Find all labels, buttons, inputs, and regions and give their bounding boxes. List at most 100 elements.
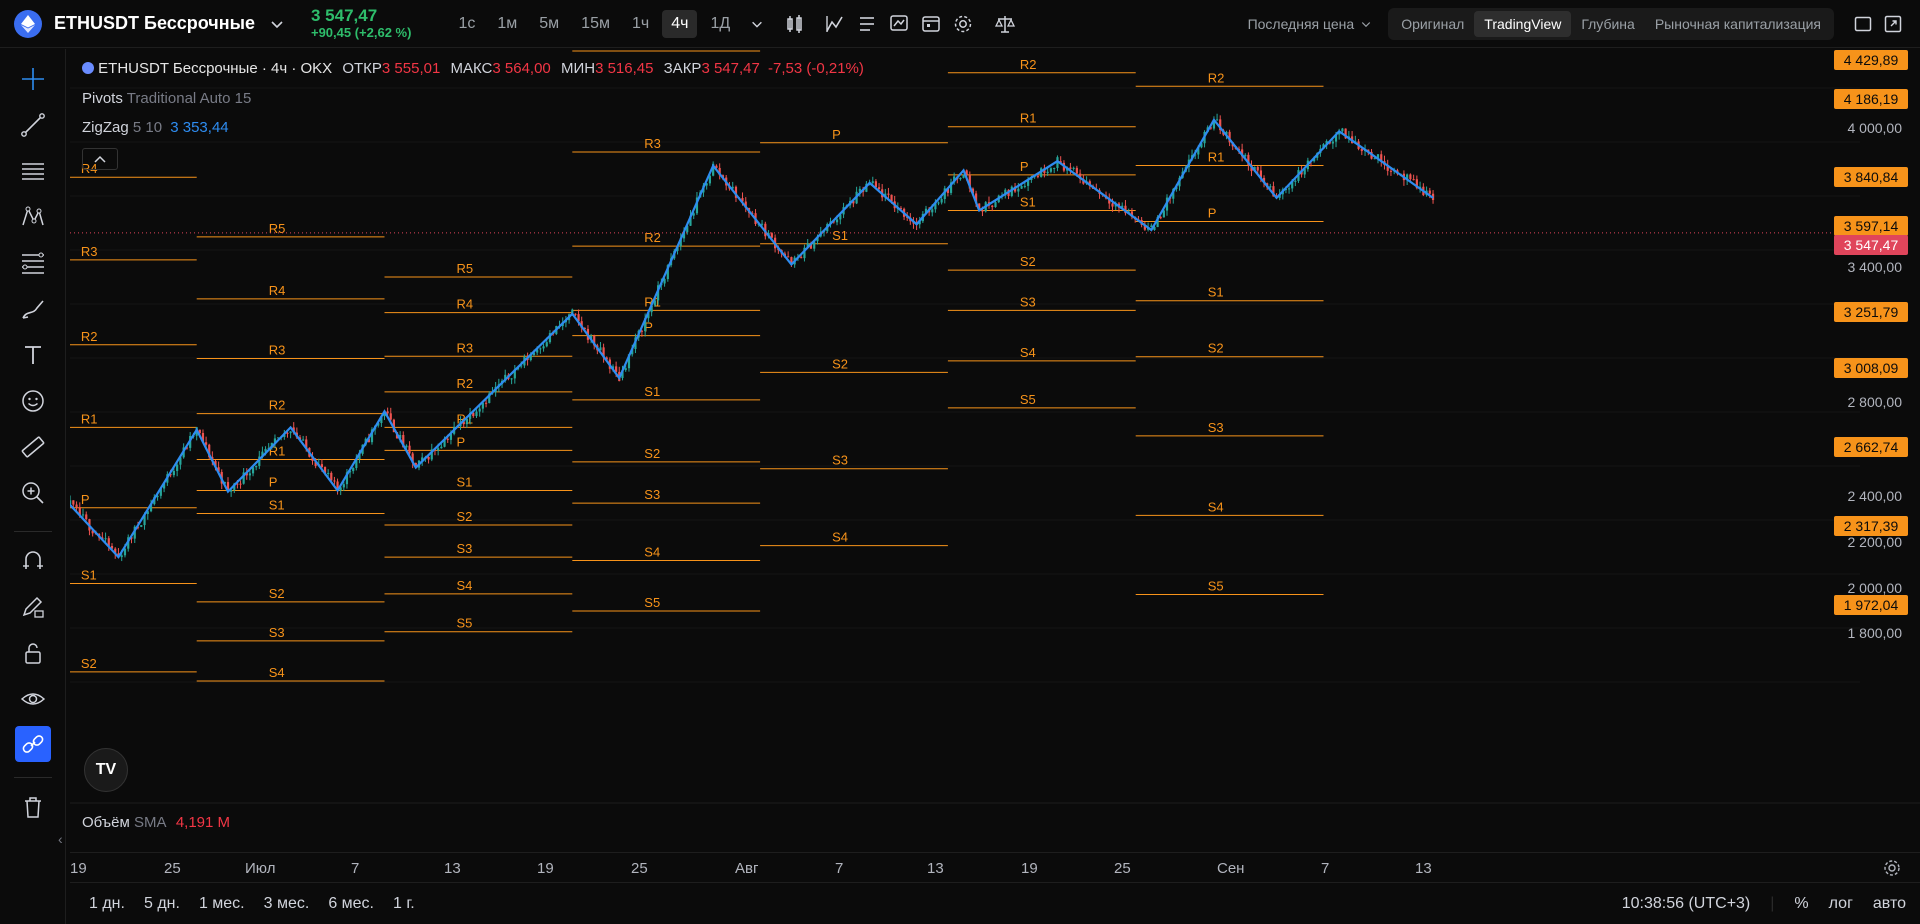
price-source-dropdown[interactable]: Последняя цена (1248, 16, 1373, 32)
visibility-eye-icon[interactable] (15, 681, 51, 717)
range-button-3[interactable]: 3 мес. (264, 895, 310, 913)
range-button-1[interactable]: 5 дн. (144, 895, 180, 913)
zoom-in-icon[interactable] (15, 475, 51, 511)
pivot-label-s1: S1 (644, 384, 660, 399)
range-button-2[interactable]: 1 мес. (199, 895, 245, 913)
timeframe-3[interactable]: 15м (572, 10, 619, 38)
last-price-block: 3 547,47 +90,45 (+2,62 %) (311, 6, 411, 40)
pivot-label-r2: R2 (1208, 70, 1225, 85)
pivot-price-label: 4 429,89 (1834, 50, 1908, 70)
chart-area[interactable]: R4 R3 R2 R1 P S1 S2 R5 R4 R3 R2 R1 P S1 S2 S3 S4 R5 R4 R3 R2… (70, 48, 1920, 852)
timeframe-2[interactable]: 5м (530, 10, 568, 38)
pivot-label-s1: S1 (1020, 194, 1036, 209)
brush-icon[interactable] (15, 291, 51, 327)
time-axis[interactable]: 19 25 Июл 7 13 19 25 Авг 7 13 19 25 Сен 7 13 (70, 852, 1920, 882)
settings-gear-icon[interactable] (947, 8, 979, 40)
pivot-label-s5: S5 (457, 616, 473, 631)
timeframe-0[interactable]: 1с (449, 10, 484, 38)
fib-retracement-icon[interactable] (15, 245, 51, 281)
templates-icon[interactable] (851, 8, 883, 40)
candle-body (1294, 180, 1297, 182)
chevron-down-icon[interactable] (741, 8, 773, 40)
unlock-icon[interactable] (15, 635, 51, 671)
candle-body (176, 464, 179, 471)
expand-icon[interactable] (1878, 9, 1908, 39)
candle-body (408, 445, 411, 454)
collapse-toolbar-icon[interactable]: ‹ (58, 831, 63, 847)
auto-scale-toggle[interactable]: авто (1873, 895, 1906, 913)
candle-body (389, 413, 392, 420)
pivot-label-p: P (81, 492, 90, 507)
pivot-label-r2: R2 (269, 398, 286, 413)
view-tab-2[interactable]: Глубина (1571, 11, 1644, 37)
emoji-icon[interactable] (15, 383, 51, 419)
drawing-toolbar: ‹ (0, 49, 66, 924)
range-button-5[interactable]: 1 г. (393, 895, 415, 913)
text-tool-icon[interactable] (15, 337, 51, 373)
horizontal-lines-icon[interactable] (15, 153, 51, 189)
percent-scale-toggle[interactable]: % (1794, 895, 1808, 913)
draw-lock-pencil-icon[interactable] (15, 589, 51, 625)
pivot-label-s4: S4 (832, 530, 848, 545)
price-source-label: Последняя цена (1247, 16, 1355, 32)
pivot-label-r5: R5 (269, 221, 286, 236)
candle-body (1072, 167, 1075, 169)
timeframe-4[interactable]: 1ч (623, 10, 658, 38)
zigzag-params: 5 10 (132, 119, 163, 136)
time-label: 7 (1321, 860, 1330, 877)
timeframe-1[interactable]: 1м (488, 10, 526, 38)
divider: | (1770, 895, 1775, 912)
ruler-icon[interactable] (15, 429, 51, 465)
clock-timezone[interactable]: 10:38:56 (UTC+3) (1622, 895, 1751, 913)
pivot-price-label: 3 840,84 (1834, 167, 1908, 187)
symbol-name: ETHUSDT Бессрочные (54, 13, 255, 33)
pivot-label-s5: S5 (1208, 579, 1224, 594)
candle-body (1023, 185, 1026, 187)
candle-body (539, 348, 542, 350)
view-tab-3[interactable]: Рыночная капитализация (1645, 11, 1831, 37)
trend-line-icon[interactable] (15, 107, 51, 143)
log-scale-toggle[interactable]: лог (1829, 895, 1853, 913)
candle-body (72, 500, 75, 505)
candle-body (484, 402, 488, 404)
indicators-icon[interactable] (819, 8, 851, 40)
collapse-legend-button[interactable] (82, 148, 118, 170)
candle-body (1020, 186, 1023, 189)
pattern-icon[interactable] (15, 199, 51, 235)
trash-icon[interactable] (15, 789, 51, 825)
view-tab-1[interactable]: TradingView (1474, 11, 1572, 37)
pivot-price-label: 3 008,09 (1834, 358, 1908, 378)
link-sync-icon[interactable] (15, 726, 51, 762)
timeframe-6[interactable]: 1Д (701, 10, 739, 38)
exchange-icon (82, 62, 94, 74)
range-button-0[interactable]: 1 дн. (89, 895, 125, 913)
pivot-label-p: P (1208, 206, 1217, 221)
range-button-4[interactable]: 6 мес. (328, 895, 374, 913)
range-right-controls: 10:38:56 (UTC+3) | % лог авто (1622, 883, 1906, 924)
pivot-label-r3: R3 (457, 340, 474, 355)
magnet-icon[interactable] (15, 543, 51, 579)
chevron-down-icon[interactable] (269, 16, 285, 32)
candle-body (1036, 176, 1039, 178)
compare-scale-icon[interactable] (989, 8, 1021, 40)
view-tab-0[interactable]: Оригинал (1391, 11, 1474, 37)
replay-icon[interactable] (915, 8, 947, 40)
tradingview-logo[interactable]: TV (84, 748, 128, 792)
candle-body (931, 209, 934, 213)
alert-icon[interactable] (883, 8, 915, 40)
timeframe-5[interactable]: 4ч (662, 9, 698, 38)
fullscreen-icon[interactable] (1848, 9, 1878, 39)
candle-style-icon[interactable] (779, 8, 811, 40)
top-header: ETHUSDT Бессрочные 3 547,47 +90,45 (+2,6… (0, 0, 1920, 48)
crosshair-icon[interactable] (15, 61, 51, 97)
pivots-indicator-legend[interactable]: Pivots Traditional Auto 15 (82, 90, 251, 107)
price-tick: 2 800,00 (1847, 394, 1903, 410)
low-label: МИН (560, 60, 596, 77)
candle-body (352, 468, 355, 472)
candle-body (1075, 167, 1078, 174)
candle-body (172, 470, 175, 476)
zigzag-indicator-legend[interactable]: ZigZag 5 10 3 353,44 (82, 119, 229, 136)
symbol-selector[interactable]: ETHUSDT Бессрочные (0, 0, 285, 48)
volume-legend[interactable]: Объём SMA 4,191 M (82, 814, 230, 831)
axis-settings-gear-icon[interactable] (1882, 858, 1902, 878)
